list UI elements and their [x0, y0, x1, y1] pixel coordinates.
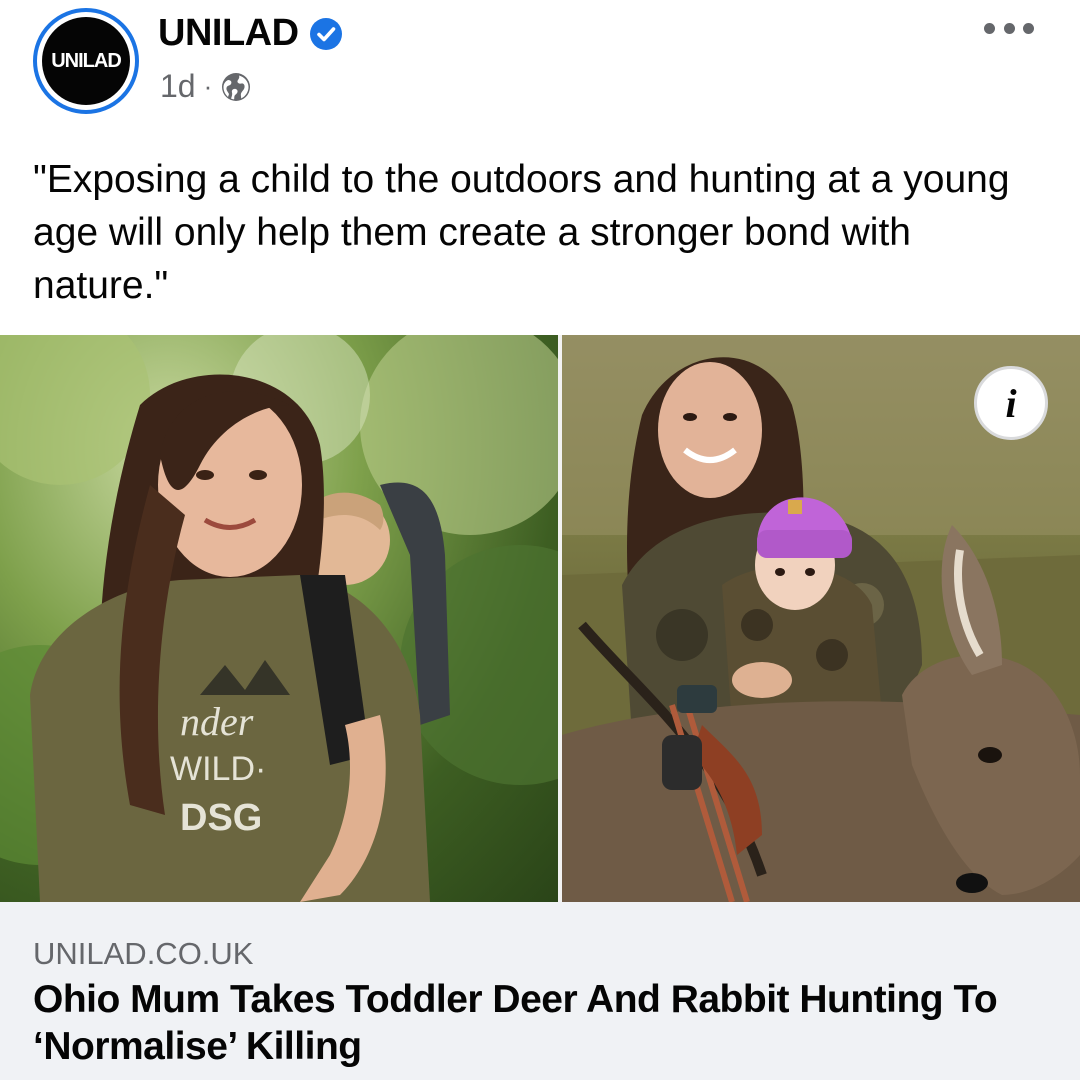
link-title: Ohio Mum Takes Toddler Deer And Rabbit H…	[33, 978, 998, 1068]
avatar-logo: UNILAD	[42, 17, 130, 105]
info-icon: i	[1005, 380, 1017, 426]
post-text: "Exposing a child to the outdoors and hu…	[33, 158, 1010, 307]
post-meta: 1d ·	[160, 68, 252, 105]
photo-left-illustration: nder WILD· DSG	[0, 335, 560, 902]
shirt-print-line-2: WILD·	[170, 750, 266, 788]
photo-mother-with-baby-carrier: nder WILD· DSG	[0, 335, 560, 902]
avatar-label: UNILAD	[51, 49, 122, 72]
verified-badge-icon	[309, 17, 342, 50]
globe-icon	[222, 72, 251, 101]
more-options-button[interactable]	[984, 16, 1034, 40]
page-name[interactable]: UNILAD	[158, 12, 299, 55]
link-preview[interactable]: UNILAD.CO.UK Ohio Mum Takes Toddler Deer…	[0, 902, 1080, 1080]
page-name-row: UNILAD	[158, 12, 343, 55]
media-info-button[interactable]: i	[974, 366, 1048, 440]
page-avatar[interactable]: UNILAD	[33, 8, 139, 114]
meta-separator: ·	[203, 71, 213, 101]
more-options-icon-dot	[1003, 22, 1015, 34]
shirt-print-line-3: DSG	[180, 797, 262, 839]
post-media[interactable]: nder WILD· DSG	[0, 335, 1080, 902]
more-options-icon-dot	[1023, 22, 1034, 34]
post-header: UNILAD UNILAD 1d ·	[0, 0, 1080, 130]
link-domain: UNILAD.CO.UK	[33, 936, 254, 971]
more-options-icon	[984, 22, 995, 34]
shirt-print-line-1: nder	[180, 699, 254, 744]
post-timestamp[interactable]: 1d	[160, 68, 196, 105]
